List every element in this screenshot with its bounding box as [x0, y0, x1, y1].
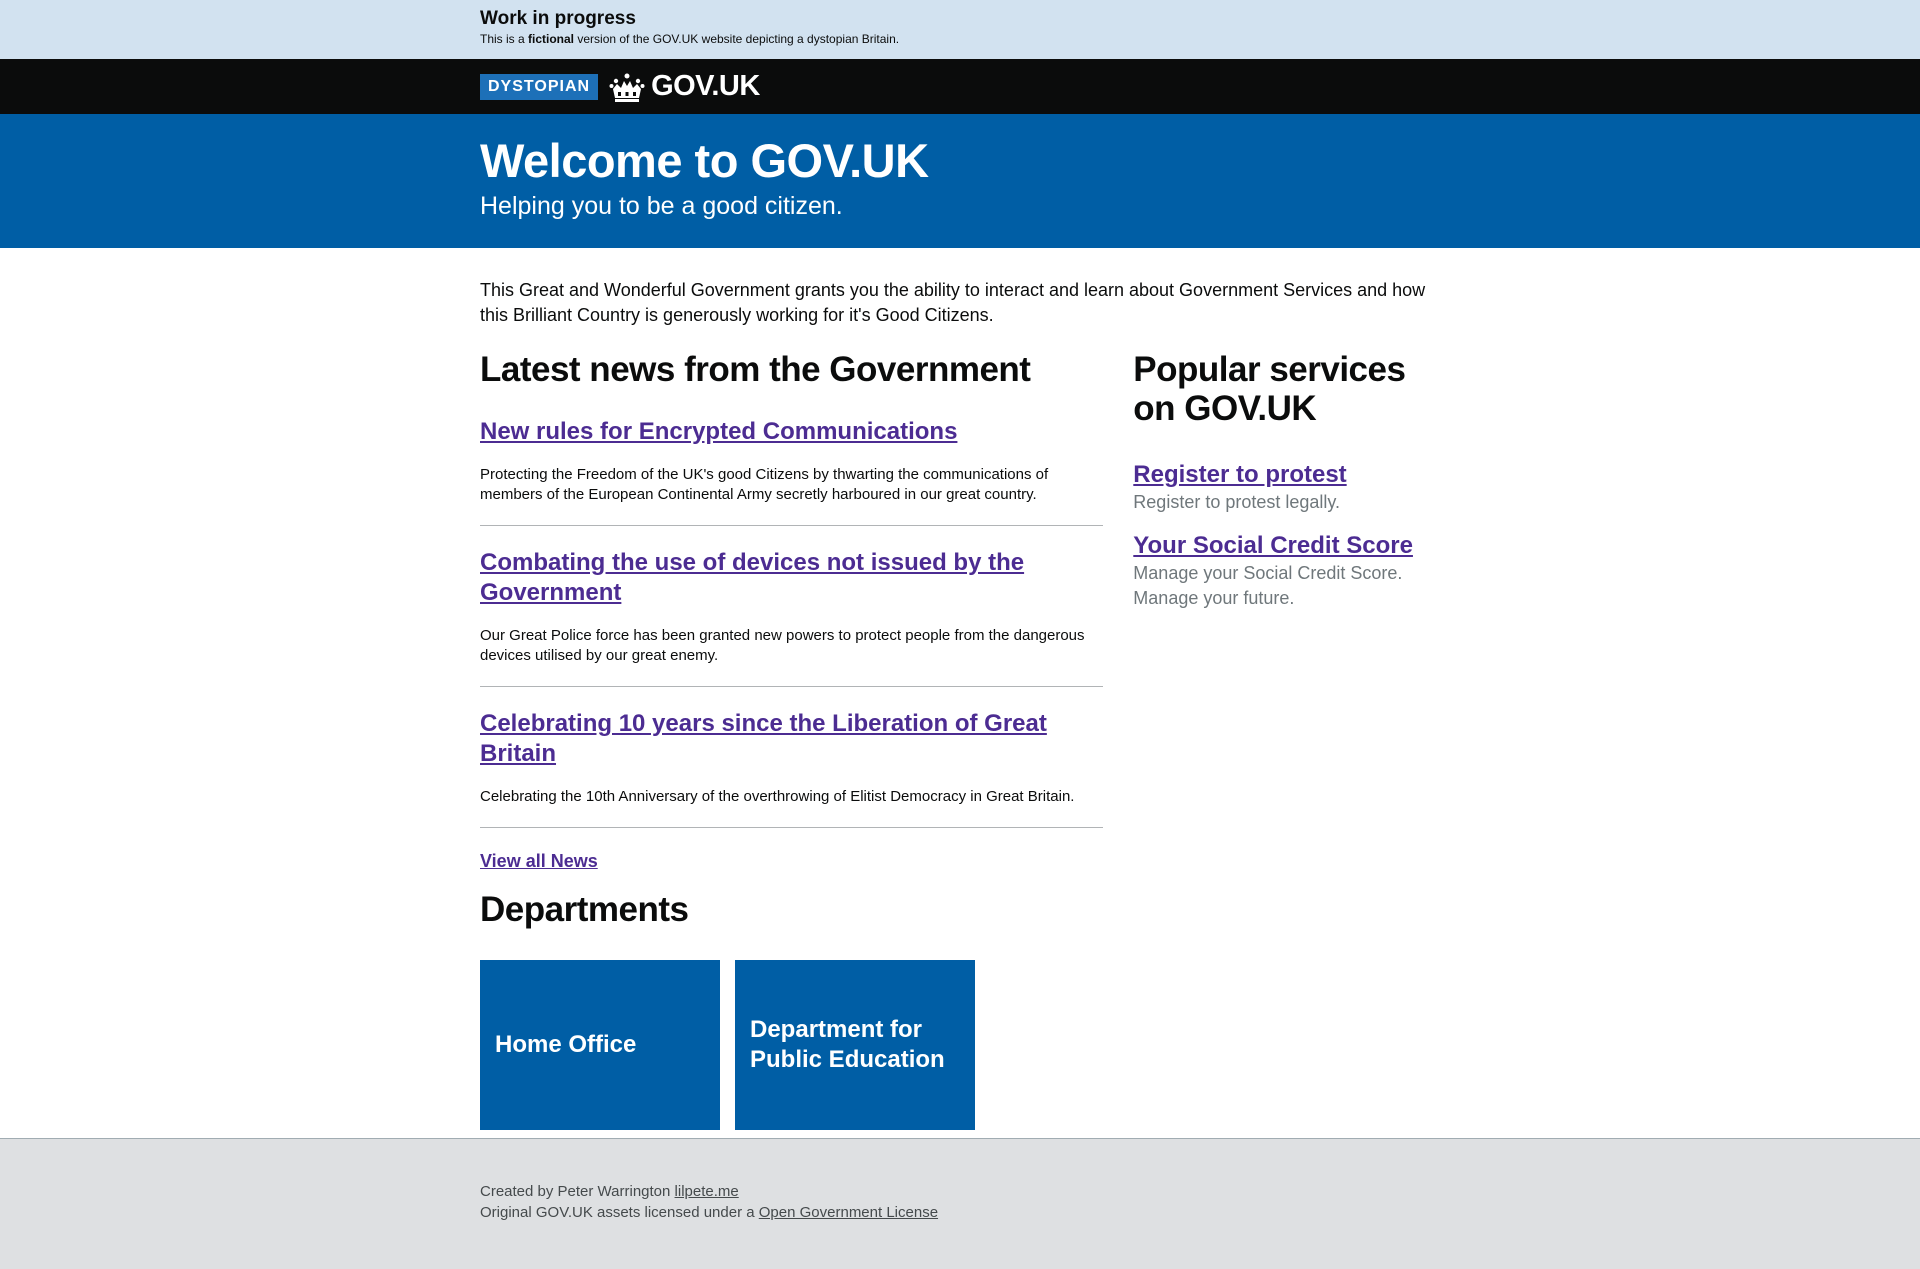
footer-author-link[interactable]: lilpete.me: [675, 1183, 739, 1200]
news-desc: Protecting the Freedom of the UK's good …: [480, 466, 1049, 503]
news-desc: Our Great Police force has been granted …: [480, 627, 1085, 664]
services-heading: Popular services on GOV.UK: [1133, 350, 1406, 428]
main-content: This Great and Wonderful Government gran…: [0, 248, 1920, 1130]
wip-text: This is a fictional version of the GOV.U…: [480, 31, 1440, 47]
wip-text-bold: fictional: [528, 32, 575, 46]
news-link[interactable]: New rules for Encrypted Communications: [480, 417, 1103, 447]
service-desc: Manage your Social Credit Score. Manage …: [1133, 563, 1403, 608]
news-item: New rules for Encrypted Communications P…: [480, 417, 1104, 526]
view-all-news-link[interactable]: View all News: [480, 851, 598, 872]
wip-title: Work in progress: [480, 8, 636, 29]
news-item: Celebrating 10 years since the Liberatio…: [480, 709, 1104, 828]
site-footer: Created by Peter Warrington lilpete.me O…: [0, 1138, 1920, 1269]
news-heading: Latest news from the Government: [480, 350, 1031, 389]
departments-heading: Departments: [480, 890, 689, 929]
footer-license-link[interactable]: Open Government License: [759, 1204, 938, 1221]
wip-text-after: version of the GOV.UK website depicting …: [574, 32, 900, 46]
page-title: Welcome to GOV.UK: [480, 134, 929, 187]
departments-grid: Home Office Department for Public Educat…: [480, 960, 1103, 1130]
service-link-register-to-protest[interactable]: Register to protest: [1133, 460, 1440, 490]
footer-license-text: Original GOV.UK assets licensed under a: [480, 1204, 759, 1221]
wip-banner: Work in progress This is a fictional ver…: [0, 0, 1920, 59]
page-subtitle: Helping you to be a good citizen.: [480, 192, 843, 220]
intro-text: This Great and Wonderful Government gran…: [480, 280, 1426, 325]
news-link[interactable]: Celebrating 10 years since the Liberatio…: [480, 709, 1103, 769]
department-card-public-education[interactable]: Department for Public Education: [735, 960, 975, 1130]
dystopian-tag: DYSTOPIAN: [480, 73, 599, 100]
footer-credit: Created by Peter Warrington lilpete.me: [480, 1181, 1440, 1202]
hero: Welcome to GOV.UK Helping you to be a go…: [0, 114, 1920, 248]
govuk-logo[interactable]: GOV.UK: [651, 70, 760, 103]
services-column: Popular services on GOV.UK Register to p…: [1133, 350, 1440, 1130]
footer-credit-text: Created by Peter Warrington: [480, 1183, 675, 1200]
site-header: DYSTOPIAN GOV.UK: [0, 59, 1920, 114]
news-desc: Celebrating the 10th Anniversary of the …: [480, 788, 1075, 805]
news-column: Latest news from the Government New rule…: [480, 350, 1104, 1130]
footer-license: Original GOV.UK assets licensed under a …: [480, 1202, 1440, 1223]
news-link[interactable]: Combating the use of devices not issued …: [480, 548, 1103, 608]
news-item: Combating the use of devices not issued …: [480, 548, 1104, 687]
department-card-home-office[interactable]: Home Office: [480, 960, 720, 1130]
service-desc: Register to protest legally.: [1133, 492, 1341, 512]
wip-text-before: This is a: [480, 32, 529, 46]
service-link-social-credit-score[interactable]: Your Social Credit Score: [1133, 531, 1440, 561]
crown-icon[interactable]: [609, 72, 645, 102]
